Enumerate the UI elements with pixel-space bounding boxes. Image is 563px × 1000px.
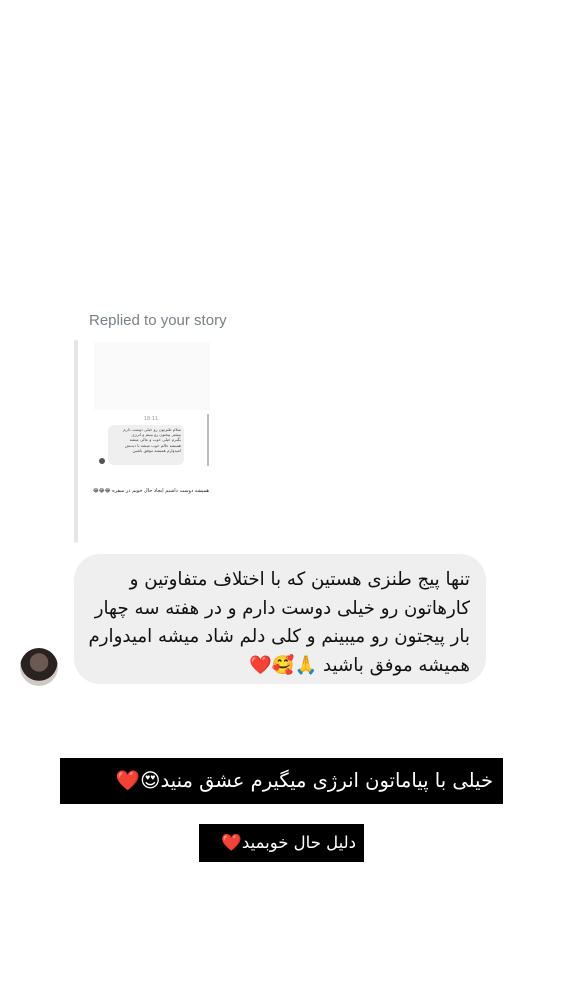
story-caption-line-1: خیلی با پیاماتون انرژی میگیرم عشق منید😍❤… xyxy=(60,758,503,804)
story-thumbnail-avatar xyxy=(99,458,105,464)
bubble-line: امیدوارم همیشه موفق باشین xyxy=(132,447,181,453)
story-thumbnail-bubble: سلام طنزتون رو خیلی دوست دارم بیشتر پیجت… xyxy=(108,425,184,465)
message-bubble[interactable]: تنها پیج طنزی هستین که با اختلاف متفاوتی… xyxy=(74,554,486,684)
story-thumbnail-divider xyxy=(207,414,209,466)
story-caption-line-2: دلیل حال خوبمید❤️ xyxy=(199,824,364,862)
replied-to-story-label: Replied to your story xyxy=(89,312,227,329)
story-thumbnail-header xyxy=(94,342,210,410)
story-thumbnail-caption: همیشه دوست داشتم ایجاد حال خوبم در سفره … xyxy=(93,488,209,494)
story-reply-bar xyxy=(74,340,78,543)
story-thumbnail[interactable]: 18:11 سلام طنزتون رو خیلی دوست دارم بیشت… xyxy=(90,342,212,542)
story-thumbnail-time: 18:11 xyxy=(143,416,159,422)
sender-avatar[interactable] xyxy=(20,648,58,686)
